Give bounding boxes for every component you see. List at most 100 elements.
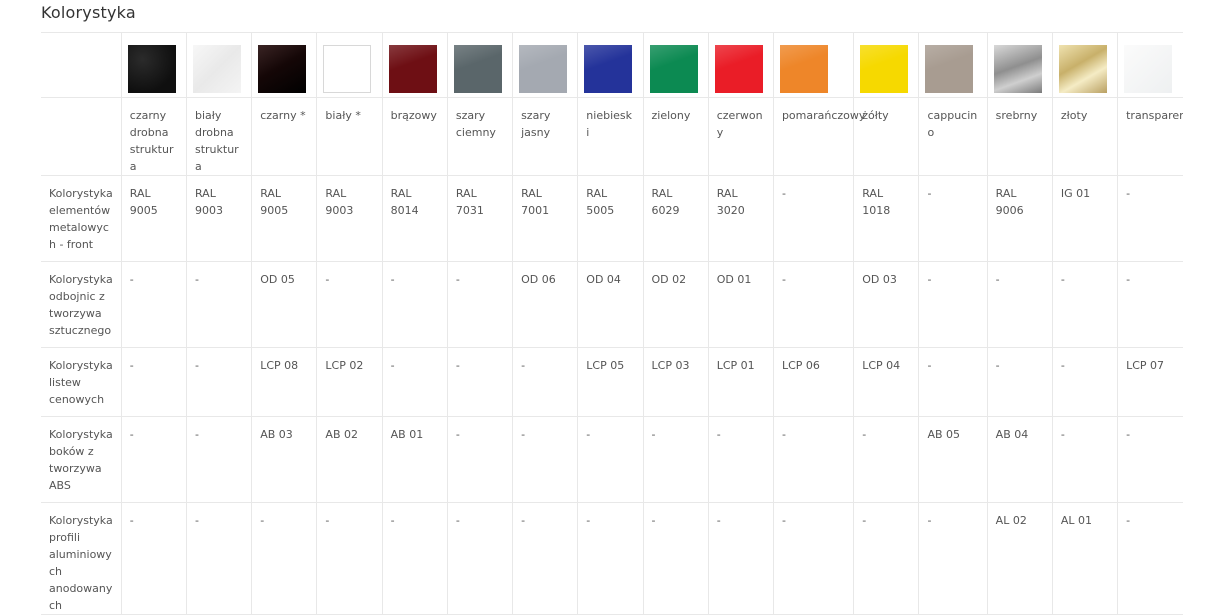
swatch-cell	[987, 32, 1053, 98]
color-swatch	[779, 45, 828, 93]
table-cell: -	[512, 347, 579, 417]
table-cell: OD 05	[251, 261, 318, 348]
table-cell: -	[512, 416, 579, 503]
row-label: Kolorystyka profili aluminiowych anodowa…	[41, 502, 122, 615]
table-cell: -	[1117, 261, 1183, 348]
table-cell: -	[918, 347, 988, 417]
row-label: Kolorystyka elementów metalowych - front	[41, 175, 122, 262]
table-cell: -	[918, 261, 988, 348]
table-cell: -	[918, 502, 988, 615]
color-name: cappucino	[918, 97, 988, 176]
color-swatch	[1124, 45, 1173, 93]
table-cell: -	[121, 416, 187, 503]
table-cell: LCP 07	[1117, 347, 1183, 417]
table-cell: -	[512, 502, 579, 615]
table-cell: -	[447, 347, 514, 417]
table-cell: AB 04	[987, 416, 1053, 503]
row-label: Kolorystyka odbojnic z tworzywa sztuczne…	[41, 261, 122, 348]
table-cell: OD 02	[643, 261, 709, 348]
table-cell: -	[382, 347, 448, 417]
table-cell: LCP 05	[577, 347, 644, 417]
color-name: biały drobna struktura	[186, 97, 253, 176]
row-label: Kolorystyka listew cenowych	[41, 347, 122, 417]
table-cell: RAL 9005	[251, 175, 318, 262]
table-cell: RAL 9006	[987, 175, 1053, 262]
table-cell: -	[316, 502, 383, 615]
table-cell: -	[1117, 175, 1183, 262]
color-name: pomarańczowy	[773, 97, 865, 176]
swatch-cell	[643, 32, 709, 98]
table-cell: -	[447, 416, 514, 503]
color-swatch	[453, 45, 502, 93]
color-name: transparentny	[1117, 97, 1183, 176]
table-row: Kolorystyka listew cenowych - - LCP 08 LCP 0…	[41, 347, 1183, 417]
table-row: Kolorystyka elementów metalowych - front…	[41, 175, 1183, 262]
table-cell: LCP 01	[708, 347, 774, 417]
table-cell: -	[121, 261, 187, 348]
table-cell: RAL 6029	[643, 175, 709, 262]
swatch-cell	[773, 32, 855, 98]
table-cell: AB 01	[382, 416, 448, 503]
color-name: złoty	[1052, 97, 1119, 176]
table-cell: -	[987, 261, 1053, 348]
color-swatch	[584, 45, 633, 93]
color-swatch	[1058, 45, 1107, 93]
color-swatch	[323, 45, 372, 93]
color-name: szary jasny	[512, 97, 579, 176]
table-cell: -	[1052, 261, 1119, 348]
table-cell: LCP 02	[316, 347, 383, 417]
color-swatch	[925, 45, 974, 93]
swatch-cell	[918, 32, 988, 98]
table-cell: RAL 3020	[708, 175, 774, 262]
color-swatch	[860, 45, 909, 93]
table-cell: LCP 06	[773, 347, 855, 417]
table-row: Kolorystyka boków z tworzywa ABS - - AB 03 A…	[41, 416, 1183, 503]
swatch-cell	[121, 32, 187, 98]
color-swatch	[993, 45, 1042, 93]
table-cell: IG 01	[1052, 175, 1119, 262]
table-cell: OD 01	[708, 261, 774, 348]
table-cell: -	[382, 502, 448, 615]
swatch-cell	[316, 32, 383, 98]
color-swatch	[388, 45, 437, 93]
table-cell: -	[773, 416, 855, 503]
table-cell: -	[1117, 416, 1183, 503]
swatch-cell	[512, 32, 579, 98]
table-cell: OD 06	[512, 261, 579, 348]
table-cell: -	[186, 502, 253, 615]
table-cell: -	[121, 502, 187, 615]
swatch-cell	[186, 32, 253, 98]
table-cell: OD 03	[853, 261, 920, 348]
table-cell: -	[447, 261, 514, 348]
empty-corner-cell	[41, 32, 122, 98]
swatch-cell	[853, 32, 920, 98]
table-cell: -	[251, 502, 318, 615]
swatch-cell	[577, 32, 644, 98]
swatch-cell	[447, 32, 514, 98]
swatch-cell	[708, 32, 774, 98]
table-cell: AL 01	[1052, 502, 1119, 615]
table-cell: RAL 9003	[186, 175, 253, 262]
table-cell: -	[186, 416, 253, 503]
table-cell: RAL 1018	[853, 175, 920, 262]
color-swatch	[649, 45, 698, 93]
table-cell: AB 02	[316, 416, 383, 503]
color-swatch	[519, 45, 568, 93]
swatch-cell	[382, 32, 448, 98]
table-cell: -	[1052, 416, 1119, 503]
table-cell: -	[121, 347, 187, 417]
color-swatch	[258, 45, 307, 93]
table-cell: -	[853, 502, 920, 615]
table-cell: AB 05	[918, 416, 988, 503]
color-swatch	[192, 45, 241, 93]
swatch-row	[41, 32, 1183, 98]
table-cell: RAL 5005	[577, 175, 644, 262]
table-cell: -	[708, 502, 774, 615]
table-cell: RAL 9003	[316, 175, 383, 262]
color-name: srebrny	[987, 97, 1053, 176]
table-cell: -	[643, 416, 709, 503]
table-cell: -	[773, 175, 855, 262]
table-cell: RAL 7001	[512, 175, 579, 262]
table-cell: LCP 03	[643, 347, 709, 417]
empty-label-cell	[41, 97, 122, 176]
